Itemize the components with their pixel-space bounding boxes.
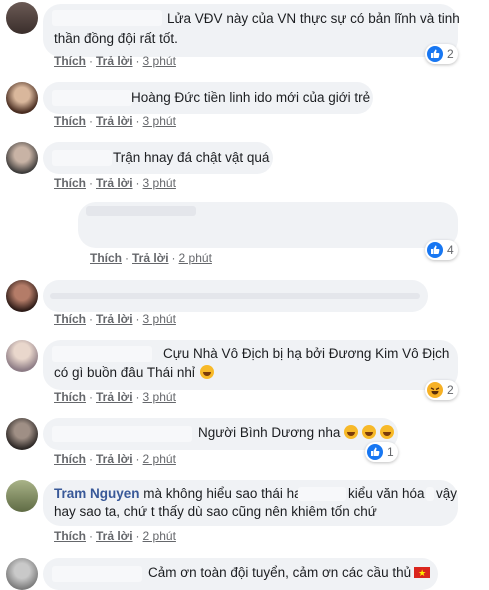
- like-button[interactable]: Thích: [54, 529, 86, 543]
- like-icon: [367, 444, 383, 460]
- redacted-content: [86, 206, 196, 216]
- redacted-name: [52, 150, 112, 166]
- redacted-content: [50, 293, 420, 299]
- like-button[interactable]: Thích: [54, 114, 86, 128]
- comment-bubble: Cảm ơn toàn đội tuyển, cảm ơn các cầu th…: [43, 558, 438, 590]
- timestamp[interactable]: 3 phút: [143, 390, 176, 404]
- comment-bubble: Lửa VĐV này của VN thực sự có bản lĩnh v…: [43, 4, 460, 57]
- reaction-count[interactable]: 1: [365, 442, 398, 462]
- comment-actions: Thích · Trả lời · 2 phút: [54, 452, 176, 466]
- comment-text: vậy: [436, 486, 458, 501]
- avatar[interactable]: [6, 340, 38, 372]
- haha-icon: [427, 382, 443, 398]
- redacted-name: [52, 346, 152, 362]
- reply-button[interactable]: Trả lời: [96, 114, 133, 128]
- reaction-count[interactable]: 4: [425, 240, 458, 260]
- timestamp[interactable]: 3 phút: [143, 114, 176, 128]
- comment-text: Trận hnay đá chật vật quá: [113, 150, 270, 165]
- vietnam-flag-icon: [414, 564, 431, 582]
- like-button[interactable]: Thích: [90, 251, 122, 265]
- comment-bubble: Trận hnay đá chật vật quá: [43, 142, 273, 174]
- comment-text: Cảm ơn toàn đội tuyển, cảm ơn các cầu th…: [148, 564, 431, 582]
- timestamp[interactable]: 3 phút: [143, 312, 176, 326]
- reply-button[interactable]: Trả lời: [96, 176, 133, 190]
- timestamp[interactable]: 2 phút: [143, 452, 176, 466]
- reaction-count[interactable]: 2: [425, 380, 458, 400]
- avatar[interactable]: [6, 480, 38, 512]
- like-icon: [427, 242, 443, 258]
- comment-text: hay sao ta, chứ t thấy dù sao cũng nên k…: [54, 504, 377, 519]
- like-button[interactable]: Thích: [54, 452, 86, 466]
- like-button[interactable]: Thích: [54, 390, 86, 404]
- avatar[interactable]: [6, 558, 38, 590]
- avatar[interactable]: [6, 82, 38, 114]
- reply-button[interactable]: Trả lời: [96, 529, 133, 543]
- like-button[interactable]: Thích: [54, 176, 86, 190]
- comment-actions: Thích · Trả lời · 3 phút: [54, 312, 176, 326]
- comment-actions: Thích · Trả lời · 2 phút: [90, 251, 212, 265]
- reply-button[interactable]: Trả lời: [96, 312, 133, 326]
- reply-button[interactable]: Trả lời: [132, 251, 169, 265]
- comment-actions: Thích · Trả lời · 2 phút: [54, 529, 176, 543]
- reply-button[interactable]: Trả lời: [96, 390, 133, 404]
- redacted-word: [426, 487, 434, 501]
- timestamp[interactable]: 3 phút: [143, 176, 176, 190]
- like-button[interactable]: Thích: [54, 54, 86, 68]
- comment-bubble: Hoàng Đức tiền linh ido mới của giới trẻ: [43, 82, 373, 114]
- comment-text: có gì buồn đâu Thái nhỉ: [54, 364, 214, 382]
- comment-bubble: Cựu Nhà Vô Địch bị hạ bởi Đương Kim Vô Đ…: [43, 340, 458, 390]
- comment-bubble: Người Bình Dương nha: [43, 418, 398, 450]
- comment-actions: Thích · Trả lời · 3 phút: [54, 54, 176, 68]
- reply-button[interactable]: Trả lời: [96, 54, 133, 68]
- laugh-emoji-icon: [380, 425, 395, 439]
- comment-text: Tram Nguyen mà không hiểu sao thái hay: [54, 486, 309, 501]
- laugh-emoji-icon: [362, 425, 377, 439]
- comment-actions: Thích · Trả lời · 3 phút: [54, 390, 176, 404]
- timestamp[interactable]: 2 phút: [143, 529, 176, 543]
- reply-button[interactable]: Trả lời: [96, 452, 133, 466]
- redacted-name: [52, 10, 162, 26]
- avatar[interactable]: [6, 418, 38, 450]
- comment-actions: Thích · Trả lời · 3 phút: [54, 176, 176, 190]
- comment-text: Lửa VĐV này của VN thực sự có bản lĩnh v…: [167, 11, 460, 26]
- comment-text: thần đồng đội rất tốt.: [54, 31, 178, 46]
- comment-actions: Thích · Trả lời · 3 phút: [54, 114, 176, 128]
- laugh-emoji-icon: [344, 425, 359, 439]
- timestamp[interactable]: 3 phút: [143, 54, 176, 68]
- comment-text: Người Bình Dương nha: [198, 424, 395, 442]
- redacted-word: [298, 487, 346, 501]
- comment-text: Hoàng Đức tiền linh ido mới của giới trẻ: [131, 90, 371, 105]
- comment-bubble: Tram Nguyen mà không hiểu sao thái hay k…: [43, 480, 458, 526]
- comment-text: kiểu văn hóa: [348, 486, 425, 501]
- avatar[interactable]: [6, 280, 38, 312]
- avatar[interactable]: [6, 142, 38, 174]
- redacted-name: [52, 90, 132, 106]
- timestamp[interactable]: 2 phút: [179, 251, 212, 265]
- avatar[interactable]: [6, 2, 38, 34]
- comment-text: Cựu Nhà Vô Địch bị hạ bởi Đương Kim Vô Đ…: [163, 346, 450, 361]
- laugh-emoji-icon: [199, 365, 214, 379]
- redacted-name: [52, 566, 142, 582]
- commenter-name[interactable]: Tram Nguyen: [54, 486, 140, 501]
- reaction-count[interactable]: 2: [425, 44, 458, 64]
- redacted-name: [52, 426, 192, 442]
- like-icon: [427, 46, 443, 62]
- like-button[interactable]: Thích: [54, 312, 86, 326]
